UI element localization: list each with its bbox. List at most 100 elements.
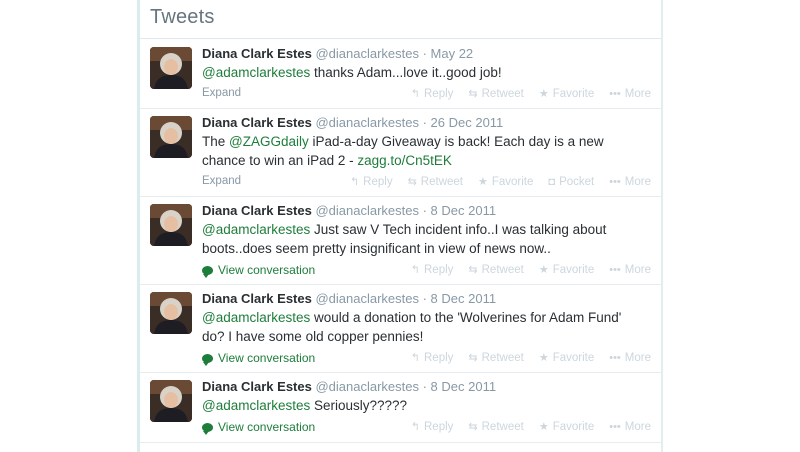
expand-link[interactable]: Expand — [202, 175, 241, 187]
tweet-date[interactable]: · May 22 — [423, 46, 474, 61]
retweet-icon: ⇆ — [468, 264, 478, 276]
tweet-text: @adamclarkestes Seriously????? — [202, 396, 647, 415]
mention-link[interactable]: @adamclarkestes — [202, 65, 310, 80]
action-retweet[interactable]: ⇆ Retweet — [468, 263, 524, 277]
action-retweet[interactable]: ⇆ Retweet — [468, 87, 524, 101]
avatar[interactable] — [150, 292, 192, 334]
action-more[interactable]: ••• More — [609, 420, 651, 433]
author-handle[interactable]: @dianaclarkestes — [312, 203, 423, 218]
tweets-panel: Tweets Diana Clark Estes @dianaclarkeste… — [140, 0, 661, 452]
mention-link[interactable]: @ZAGGdaily — [229, 134, 309, 149]
action-label: Pocket — [559, 175, 595, 188]
action-more[interactable]: ••• More — [609, 263, 651, 276]
view-conversation-label: View conversation — [218, 351, 316, 365]
action-label: Reply — [424, 420, 454, 433]
tweet-item: Diana Clark Estes @dianaclarkestes · 8 D… — [140, 196, 661, 285]
reply-icon: ↰ — [410, 88, 420, 100]
mention-link[interactable]: @adamclarkestes — [202, 398, 310, 413]
action-more[interactable]: ••• More — [609, 87, 651, 100]
action-label: More — [624, 351, 651, 364]
reply-icon: ↰ — [349, 176, 360, 188]
view-conversation-link[interactable]: View conversation — [202, 420, 315, 435]
expand-link[interactable]: Expand — [202, 87, 241, 99]
action-label: Favorite — [552, 87, 595, 100]
action-reply[interactable]: ↰ Reply — [349, 175, 393, 189]
action-more[interactable]: ••• More — [609, 351, 651, 364]
view-conversation-link[interactable]: View conversation — [202, 263, 315, 278]
action-label: Reply — [424, 351, 454, 364]
action-reply[interactable]: ↰ Reply — [410, 87, 454, 101]
tweet-header: Diana Clark Estes @dianaclarkestes · 8 D… — [202, 203, 496, 219]
tweet-date[interactable]: · 8 Dec 2011 — [423, 291, 496, 306]
avatar[interactable] — [150, 116, 192, 158]
action-reply[interactable]: ↰ Reply — [410, 351, 454, 365]
tweet-text: @adamclarkestes thanks Adam...love it..g… — [202, 63, 647, 82]
action-label: Favorite — [491, 175, 534, 188]
author-name[interactable]: Diana Clark Estes — [202, 46, 312, 61]
author-handle[interactable]: @dianaclarkestes — [312, 46, 423, 61]
reply-icon: ↰ — [410, 264, 420, 276]
author-name[interactable]: Diana Clark Estes — [202, 203, 312, 218]
retweet-icon: ⇆ — [407, 176, 417, 188]
reply-icon: ↰ — [410, 352, 420, 364]
tweet-header: Diana Clark Estes @dianaclarkestes · 8 D… — [202, 291, 496, 307]
avatar[interactable] — [150, 47, 192, 89]
more-icon: ••• — [609, 263, 621, 276]
action-favorite[interactable]: ★ Favorite — [477, 175, 534, 189]
tweet-header: Diana Clark Estes @dianaclarkestes · 8 D… — [202, 379, 496, 395]
tweet-actions: ↰ Reply ⇆ Retweet ★ Favorite ••• More — [410, 87, 651, 101]
url-link[interactable]: zagg.to/Cn5tEK — [357, 153, 452, 168]
author-name[interactable]: Diana Clark Estes — [202, 379, 312, 394]
tweet-date[interactable]: · 8 Dec 2011 — [423, 379, 496, 394]
action-favorite[interactable]: ★ Favorite — [539, 263, 595, 277]
tweet-actions: ↰ Reply ⇆ Retweet ★ Favorite ••• More — [410, 263, 651, 277]
action-label: Retweet — [481, 420, 524, 433]
action-favorite[interactable]: ★ Favorite — [538, 420, 594, 434]
action-more[interactable]: ••• More — [609, 175, 651, 188]
action-retweet[interactable]: ⇆ Retweet — [468, 420, 524, 434]
action-label: Retweet — [481, 263, 524, 276]
view-conversation-link[interactable]: View conversation — [202, 351, 316, 366]
star-icon: ★ — [477, 176, 488, 188]
more-icon: ••• — [609, 420, 621, 433]
tweet-date[interactable]: · 26 Dec 2011 — [423, 115, 504, 130]
action-label: Retweet — [481, 87, 524, 100]
action-favorite[interactable]: ★ Favorite — [539, 351, 594, 365]
conversation-icon — [202, 265, 213, 278]
tweet-header: Diana Clark Estes @dianaclarkestes · 26 … — [202, 115, 503, 131]
more-icon: ••• — [609, 175, 621, 188]
tweet-date[interactable]: · 8 Dec 2011 — [423, 203, 496, 218]
conversation-icon — [202, 353, 213, 366]
star-icon: ★ — [538, 421, 549, 433]
mention-link[interactable]: @adamclarkestes — [202, 310, 310, 325]
tweet-actions: ↰ Reply ⇆ Retweet ★ Favorite ◘ Pocket ••• More — [349, 175, 651, 189]
panel-title: Tweets — [150, 6, 215, 28]
author-handle[interactable]: @dianaclarkestes — [312, 115, 423, 130]
avatar[interactable] — [150, 380, 192, 422]
retweet-icon: ⇆ — [468, 421, 478, 433]
mention-link[interactable]: @adamclarkestes — [202, 222, 310, 237]
retweet-icon: ⇆ — [468, 88, 478, 100]
tweet-actions: ↰ Reply ⇆ Retweet ★ Favorite ••• More — [410, 351, 651, 365]
action-retweet[interactable]: ⇆ Retweet — [468, 351, 524, 365]
author-name[interactable]: Diana Clark Estes — [202, 291, 312, 306]
action-reply[interactable]: ↰ Reply — [410, 263, 454, 277]
action-label: Reply — [363, 175, 393, 188]
tweet-text-segment: The — [202, 134, 230, 149]
author-handle[interactable]: @dianaclarkestes — [312, 291, 423, 306]
action-label: More — [624, 263, 651, 276]
panel-header: Tweets — [140, 0, 661, 39]
reply-icon: ↰ — [410, 421, 420, 433]
author-handle[interactable]: @dianaclarkestes — [312, 379, 423, 394]
author-name[interactable]: Diana Clark Estes — [202, 115, 312, 130]
avatar[interactable] — [150, 204, 192, 246]
tweet-item: Diana Clark Estes @dianaclarkestes · 8 D… — [140, 284, 661, 373]
action-reply[interactable]: ↰ Reply — [410, 420, 454, 434]
action-pocket[interactable]: ◘ Pocket — [548, 175, 594, 188]
action-label: More — [624, 420, 651, 433]
action-label: Favorite — [552, 263, 595, 276]
action-label: Retweet — [481, 351, 524, 364]
tweet-text: @adamclarkestes would a donation to the … — [202, 308, 647, 346]
action-retweet[interactable]: ⇆ Retweet — [407, 175, 463, 189]
action-favorite[interactable]: ★ Favorite — [539, 87, 595, 101]
